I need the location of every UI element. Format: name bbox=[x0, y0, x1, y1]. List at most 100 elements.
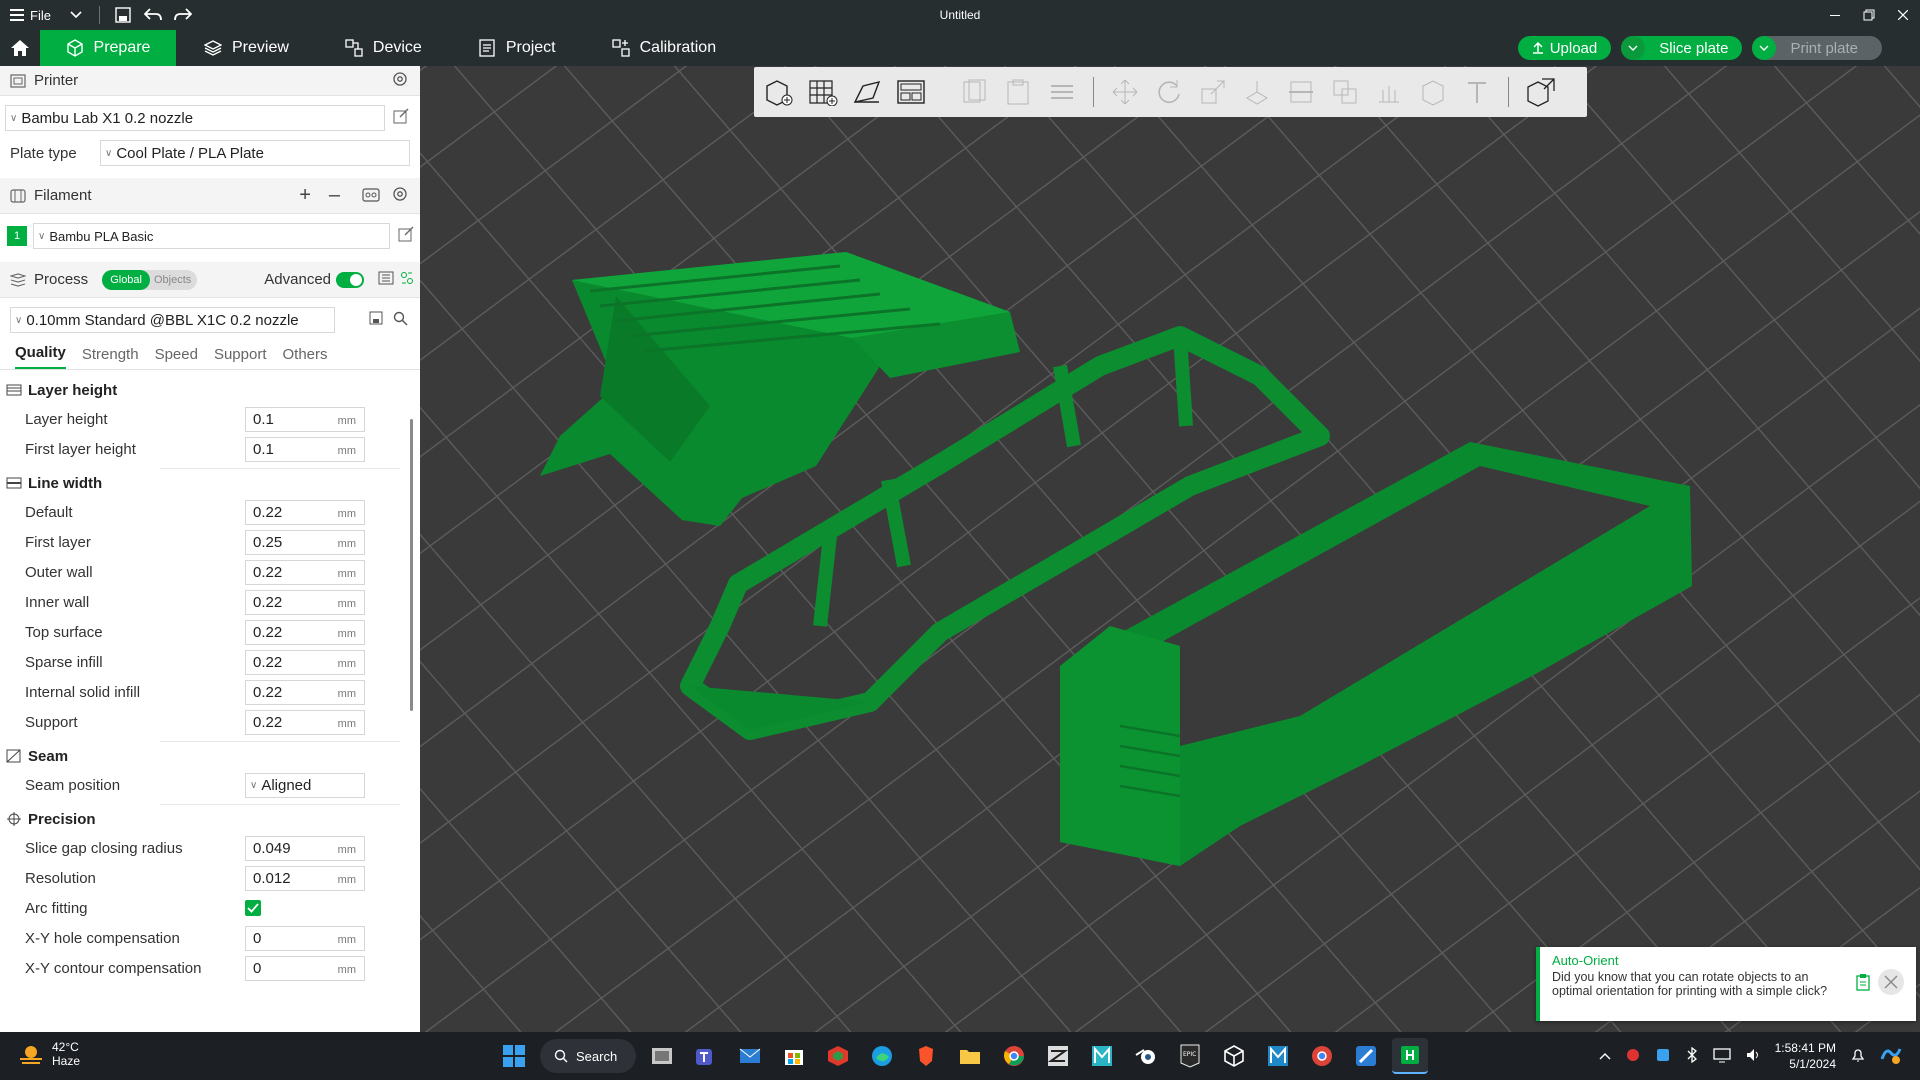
arc-fitting-checkbox[interactable] bbox=[245, 900, 261, 916]
home-button[interactable] bbox=[0, 30, 40, 66]
notification-bell-icon[interactable] bbox=[1850, 1047, 1866, 1066]
line-width-input[interactable]: 0.22 mm bbox=[245, 589, 365, 615]
office-icon[interactable] bbox=[820, 1038, 856, 1074]
tab-quality[interactable]: Quality bbox=[15, 344, 66, 369]
task-view-icon[interactable] bbox=[644, 1038, 680, 1074]
printer-edit-icon[interactable] bbox=[393, 108, 409, 128]
tray-app-icon[interactable] bbox=[1625, 1047, 1641, 1066]
copy-icon[interactable] bbox=[955, 73, 993, 111]
close-icon[interactable] bbox=[1886, 0, 1920, 30]
arrange-icon[interactable] bbox=[892, 73, 930, 111]
chevron-down-icon[interactable] bbox=[61, 0, 91, 30]
redo-icon[interactable] bbox=[168, 0, 198, 30]
chrome-profile-icon[interactable] bbox=[1304, 1038, 1340, 1074]
slice-gap-closing-radius-input[interactable]: 0.049 mm bbox=[245, 835, 365, 861]
clipboard-icon[interactable] bbox=[1856, 973, 1870, 994]
bluetooth-icon[interactable] bbox=[1685, 1046, 1699, 1066]
printer-settings-gear-icon[interactable] bbox=[392, 71, 408, 91]
blender-icon[interactable] bbox=[1128, 1038, 1164, 1074]
search-icon[interactable] bbox=[393, 311, 408, 330]
toggle-global[interactable]: Global bbox=[102, 269, 150, 290]
boolean-icon[interactable] bbox=[1326, 73, 1364, 111]
move-icon[interactable] bbox=[1106, 73, 1144, 111]
line-width-input[interactable]: 0.22 mm bbox=[245, 679, 365, 705]
cut-icon[interactable] bbox=[1282, 73, 1320, 111]
bambu-studio-taskbar-icon[interactable] bbox=[1392, 1038, 1428, 1074]
scale-icon[interactable] bbox=[1194, 73, 1232, 111]
maya-icon[interactable] bbox=[1084, 1038, 1120, 1074]
notification-title[interactable]: Auto-Orient bbox=[1552, 953, 1846, 968]
sidebar-scrollbar[interactable] bbox=[410, 419, 413, 711]
assembly-view-icon[interactable] bbox=[1521, 73, 1559, 111]
chevron-up-icon[interactable] bbox=[1599, 1049, 1611, 1063]
copilot-icon[interactable] bbox=[1880, 1045, 1902, 1068]
brave-icon[interactable] bbox=[908, 1038, 944, 1074]
layer-height-input[interactable]: 0.1 mm bbox=[245, 406, 365, 432]
store-icon[interactable] bbox=[776, 1038, 812, 1074]
maya-lt-icon[interactable] bbox=[1260, 1038, 1296, 1074]
list-view-icon[interactable] bbox=[378, 271, 394, 289]
add-plate-icon[interactable] bbox=[804, 73, 842, 111]
file-menu-button[interactable]: File bbox=[0, 0, 61, 30]
line-width-input[interactable]: 0.22 mm bbox=[245, 559, 365, 585]
tab-strength[interactable]: Strength bbox=[82, 346, 139, 369]
support-paint-icon[interactable] bbox=[1370, 73, 1408, 111]
chrome-icon[interactable] bbox=[996, 1038, 1032, 1074]
filament-slot-badge[interactable]: 1 bbox=[7, 226, 27, 246]
filament-edit-icon[interactable] bbox=[398, 226, 414, 246]
tab-project[interactable]: Project bbox=[450, 30, 584, 66]
remove-filament-icon[interactable]: – bbox=[329, 184, 340, 207]
roof-part[interactable] bbox=[540, 252, 1020, 526]
process-preset-select[interactable]: ∨ 0.10mm Standard @BBL X1C 0.2 nozzle bbox=[10, 307, 335, 333]
file-explorer-icon[interactable] bbox=[952, 1038, 988, 1074]
paint-app-icon[interactable] bbox=[1348, 1038, 1384, 1074]
add-object-icon[interactable] bbox=[760, 73, 798, 111]
layer-stack-icon[interactable] bbox=[1043, 73, 1081, 111]
zbrush-icon[interactable] bbox=[1040, 1038, 1076, 1074]
tab-speed[interactable]: Speed bbox=[155, 346, 198, 369]
seam-paint-icon[interactable] bbox=[1414, 73, 1452, 111]
printer-select[interactable]: ∨ Bambu Lab X1 0.2 nozzle bbox=[5, 105, 385, 131]
filament-sync-icon[interactable] bbox=[362, 186, 380, 206]
line-width-input[interactable]: 0.22 mm bbox=[245, 649, 365, 675]
auto-orient-icon[interactable] bbox=[848, 73, 886, 111]
tab-device[interactable]: Device bbox=[317, 30, 450, 66]
system-clock[interactable]: 1:58:41 PM 5/1/2024 bbox=[1775, 1040, 1836, 1072]
seam-position-select[interactable]: ∨ Aligned bbox=[245, 772, 365, 798]
filament-select[interactable]: ∨ Bambu PLA Basic bbox=[33, 223, 390, 249]
tab-calibration[interactable]: Calibration bbox=[584, 30, 744, 66]
resolution-input[interactable]: 0.012 mm bbox=[245, 865, 365, 891]
global-objects-toggle[interactable]: Global Objects bbox=[102, 269, 198, 290]
edge-icon[interactable] bbox=[864, 1038, 900, 1074]
line-width-input[interactable]: 0.22 mm bbox=[245, 499, 365, 525]
3d-viewport[interactable]: Auto-Orient Did you know that you can ro… bbox=[420, 66, 1920, 1032]
teams-icon[interactable] bbox=[688, 1038, 724, 1074]
xy-contour-compensation-input[interactable]: 0 mm bbox=[245, 955, 365, 981]
tab-others[interactable]: Others bbox=[283, 346, 328, 369]
close-notification-button[interactable] bbox=[1878, 969, 1904, 995]
print-dropdown-chevron-icon[interactable] bbox=[1752, 36, 1777, 60]
filament-settings-gear-icon[interactable] bbox=[392, 186, 408, 206]
text-icon[interactable] bbox=[1458, 73, 1496, 111]
line-width-input[interactable]: 0.22 mm bbox=[245, 709, 365, 735]
rotate-icon[interactable] bbox=[1150, 73, 1188, 111]
plate-type-select[interactable]: ∨ Cool Plate / PLA Plate bbox=[100, 140, 410, 166]
lay-on-face-icon[interactable] bbox=[1238, 73, 1276, 111]
slice-plate-button[interactable]: Slice plate bbox=[1621, 36, 1743, 60]
weather-widget[interactable]: 42°C Haze bbox=[18, 1040, 80, 1068]
tab-preview[interactable]: Preview bbox=[176, 30, 317, 66]
mail-icon[interactable] bbox=[732, 1038, 768, 1074]
save-icon[interactable] bbox=[108, 0, 138, 30]
compare-icon[interactable] bbox=[400, 271, 414, 289]
windows-start-icon[interactable] bbox=[496, 1038, 532, 1074]
model-parts[interactable] bbox=[420, 66, 1920, 1032]
minimize-icon[interactable] bbox=[1818, 0, 1852, 30]
save-preset-icon[interactable] bbox=[369, 311, 383, 329]
undo-icon[interactable] bbox=[138, 0, 168, 30]
upload-button[interactable]: Upload bbox=[1517, 36, 1612, 60]
print-plate-button[interactable]: Print plate bbox=[1752, 36, 1882, 60]
slice-dropdown-chevron-icon[interactable] bbox=[1621, 36, 1646, 60]
first-layer-height-input[interactable]: 0.1 mm bbox=[245, 436, 365, 462]
volume-icon[interactable] bbox=[1745, 1047, 1761, 1066]
paste-icon[interactable] bbox=[999, 73, 1037, 111]
